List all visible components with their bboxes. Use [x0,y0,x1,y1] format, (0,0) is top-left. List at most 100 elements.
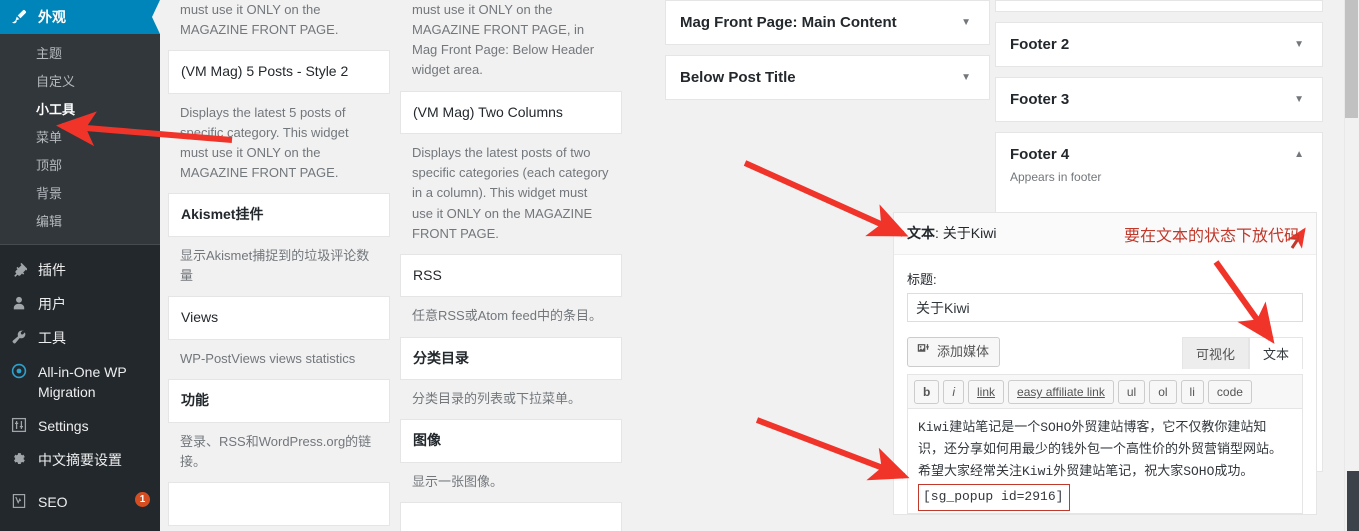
title-field-label: 标题: [907,272,937,287]
browser-edge-strip [1347,471,1359,531]
gear-icon [9,450,29,467]
page-scrollbar-thumb[interactable] [1345,0,1358,118]
user-icon [9,294,29,311]
sidebar-settings-label: Settings [38,418,89,434]
submenu-item-header[interactable]: 顶部 [0,152,160,180]
widget-content-textarea[interactable]: Kiwi建站笔记是一个SOHO外贸建站博客，它不仅教你建站知识，还分享如何用最少… [907,408,1303,515]
plugin-icon [9,260,29,277]
page-scrollbar-track[interactable] [1344,0,1359,531]
widget-description: WP-PostViews views statistics [180,350,356,366]
widget-description: 登录、RSS和WordPress.org的链接。 [180,433,372,469]
widget-description: must use it ONLY on the MAGAZINE FRONT P… [180,2,339,38]
add-media-label: 添加媒体 [937,344,990,359]
quicktags-toolbar: b i link easy affiliate link ul ol li co… [907,374,1303,408]
submenu-item-background[interactable]: 背景 [0,180,160,208]
quicktag-i[interactable]: i [943,380,965,404]
widget-title-input[interactable] [907,293,1303,322]
available-widgets-list: must use it ONLY on the MAGAZINE FRONT P… [168,0,630,531]
sidebar-chinese-excerpt-label: 中文摘要设置 [38,452,122,468]
sidebar-item-seo[interactable]: SEO 1 [0,485,160,519]
sidebar-item-chinese-excerpt-settings[interactable]: 中文摘要设置 [0,443,160,477]
submenu-item-themes[interactable]: 主题 [0,40,160,68]
text-widget-editor-panel: 文本: 关于Kiwi 标题: 关于Kiwi 添加媒体 可视化 文本 b i li… [893,212,1317,516]
widget-area-mag-front-page-main-content[interactable]: Mag Front Page: Main Content ▼ [665,0,990,45]
chevron-up-icon[interactable]: ▲ [1290,148,1308,162]
widget-card-vm-mag-two-columns[interactable]: (VM Mag) Two Columns [400,90,622,135]
widget-card-meta[interactable]: 功能 [168,379,390,423]
sidebar-plugins-label: 插件 [38,262,66,278]
main-content-area: must use it ONLY on the MAGAZINE FRONT P… [160,0,1359,531]
available-widgets-column-right: must use it ONLY on the MAGAZINE FRONT P… [400,0,622,531]
appearance-paintbrush-icon [9,9,29,25]
seo-update-badge: 1 [135,492,150,507]
widget-content-shortcode: [sg_popup id=2916] [918,484,1071,512]
chevron-down-icon[interactable]: ▼ [957,16,975,30]
widget-description: 任意RSS或Atom feed中的条目。 [412,308,602,324]
chevron-down-icon[interactable]: ▼ [1290,38,1308,52]
widget-area-title: Mag Front Page: Main Content [680,14,897,31]
submenu-item-widgets[interactable]: 小工具 [0,96,160,124]
migration-icon [9,362,29,379]
sidebar-tools-label: 工具 [38,330,66,346]
widget-area-title: Footer 4 [1010,146,1070,163]
widget-area-subtitle: Appears in footer [1010,170,1102,184]
widget-description: Displays the latest 5 posts of specific … [180,104,349,181]
widget-description: must use it ONLY on the MAGAZINE FRONT P… [412,2,595,78]
widget-type-label: 文本 [907,225,935,241]
quicktag-b[interactable]: b [914,380,940,404]
sidebar-item-settings[interactable]: Settings [0,409,160,443]
widget-card-views[interactable]: Views [168,296,390,340]
quicktag-ul[interactable]: ul [1117,380,1146,404]
quicktag-link[interactable]: link [968,380,1005,404]
appearance-submenu: 主题 自定义 小工具 菜单 顶部 背景 编辑 [0,34,160,244]
widget-card-rss[interactable]: RSS [400,253,622,298]
menu-spacer-2 [0,477,160,485]
widget-card-categories[interactable]: 分类目录 [400,336,622,381]
sidebar-users-label: 用户 [38,296,66,312]
widget-card-next-partial[interactable] [400,502,622,531]
quicktag-code[interactable]: code [1207,380,1252,404]
add-media-button[interactable]: 添加媒体 [907,337,1001,367]
widget-area-title: Footer 3 [1010,91,1070,108]
wrench-icon [9,328,29,345]
widget-description: Displays the latest posts of two specifi… [412,145,609,241]
widget-area-below-post-title[interactable]: Below Post Title ▼ [665,55,990,100]
widget-area-footer-3[interactable]: Footer 3 ▼ [995,77,1323,122]
submenu-item-customize[interactable]: 自定义 [0,68,160,96]
sidebar-item-users[interactable]: 用户 [0,287,160,321]
sidebar-active-pointer [152,0,160,34]
tab-text[interactable]: 文本 [1248,337,1303,369]
widget-area-footer-1-partial[interactable] [995,0,1323,12]
available-widgets-column-left: must use it ONLY on the MAGAZINE FRONT P… [168,0,390,526]
submenu-item-editor[interactable]: 编辑 [0,208,160,236]
sidebar-item-appearance[interactable]: 外观 [0,0,160,34]
widget-description: 显示Akismet捕捉到的垃圾评论数量 [180,248,370,284]
quicktag-li[interactable]: li [1180,380,1204,404]
widget-card-akismet[interactable]: Akismet挂件 [168,193,390,238]
widget-card-next-partial[interactable] [168,481,390,526]
menu-spacer [0,245,160,253]
chevron-down-icon[interactable]: ▼ [1290,93,1308,107]
settings-sliders-icon [9,416,29,433]
widget-description: 显示一张图像。 [412,473,504,489]
widget-description: 分类目录的列表或下拉菜单。 [412,391,582,407]
seo-icon [9,492,29,509]
sidebar-migration-label: All-in-One WP Migration [38,364,127,400]
widget-area-footer-2[interactable]: Footer 2 ▼ [995,22,1323,67]
widget-card-image[interactable]: 图像 [400,419,622,463]
widget-card-vm-mag-5-posts-style-2[interactable]: (VM Mag) 5 Posts - Style 2 [168,50,390,94]
widget-areas-column-middle: Mag Front Page: Main Content ▼ Below Pos… [665,0,990,110]
widget-content-body: Kiwi建站笔记是一个SOHO外贸建站博客，它不仅教你建站知识，还分享如何用最少… [918,420,1283,480]
submenu-item-menus[interactable]: 菜单 [0,124,160,152]
widget-header-separator: : [935,225,943,241]
chevron-down-icon[interactable]: ▼ [957,71,975,85]
widget-area-title: Footer 2 [1010,36,1070,53]
editor-mode-tabs: 可视化 文本 [1181,336,1303,369]
sidebar-item-plugins[interactable]: 插件 [0,253,160,287]
quicktag-ol[interactable]: ol [1149,380,1177,404]
sidebar-item-all-in-one-wp-migration[interactable]: All-in-One WP Migration [0,355,160,409]
tab-visual[interactable]: 可视化 [1181,337,1249,369]
sidebar-item-tools[interactable]: 工具 [0,321,160,355]
sidebar-seo-label: SEO [38,494,68,510]
quicktag-easy-affiliate-link[interactable]: easy affiliate link [1008,380,1114,404]
